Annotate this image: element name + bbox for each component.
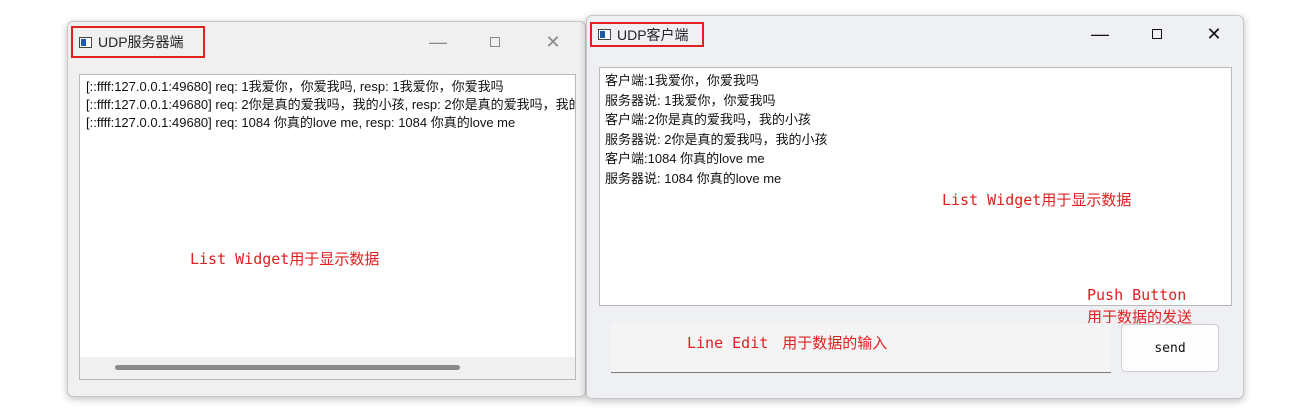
app-icon [598,29,611,40]
list-item[interactable]: 客户端:1我爱你，你爱我吗 [605,71,1231,91]
maximize-icon [1152,29,1162,39]
list-item[interactable]: 服务器说: 2你是真的爱我吗，我的小孩 [605,130,1231,150]
annotation-line-desc: 用于数据的输入 [782,334,888,352]
annotation-list-widget: List Widget [190,250,290,268]
server-window: UDP服务器端 — ✕ [::ffff:127.0.0.1:49680] req… [67,21,586,397]
client-window: UDP客户端 — ✕ 客户端:1我爱你，你爱我吗 服务器说: 1我爱你，你爱我吗… [586,15,1244,399]
server-window-title: UDP服务器端 [98,34,184,50]
annotation-line-edit: Line Edit [687,334,769,352]
line-edit-annotation: Line Edit 用于数据的输入 [687,332,887,353]
list-item[interactable]: 客户端:1084 你真的love me [605,149,1231,169]
server-title-highlight: UDP服务器端 [71,26,205,58]
maximize-button[interactable] [472,22,518,62]
list-item[interactable]: [::ffff:127.0.0.1:49680] req: 1我爱你，你爱我吗,… [86,78,575,96]
minimize-button[interactable]: — [415,22,461,62]
list-widget-annotation: List Widget用于显示数据 [190,248,379,269]
server-list-rows: [::ffff:127.0.0.1:49680] req: 1我爱你，你爱我吗,… [80,75,575,132]
client-window-title: UDP客户端 [617,26,689,43]
list-item[interactable]: [::ffff:127.0.0.1:49680] req: 1084 你真的lo… [86,114,575,132]
list-item[interactable]: 服务器说: 1我爱你，你爱我吗 [605,91,1231,111]
list-item[interactable]: 服务器说: 1084 你真的love me [605,169,1231,189]
server-list-widget[interactable]: [::ffff:127.0.0.1:49680] req: 1我爱你，你爱我吗,… [79,74,576,380]
annotation-list-widget: List Widget [942,191,1042,209]
client-list-rows: 客户端:1我爱你，你爱我吗 服务器说: 1我爱你，你爱我吗 客户端:2你是真的爱… [600,68,1231,188]
list-widget-annotation: List Widget用于显示数据 [942,189,1131,210]
scrollbar-thumb[interactable] [115,365,460,370]
app-icon [79,36,92,48]
client-list-widget[interactable]: 客户端:1我爱你，你爱我吗 服务器说: 1我爱你，你爱我吗 客户端:2你是真的爱… [599,67,1232,306]
push-button-annotation: Push Button [1087,286,1186,304]
server-titlebar[interactable]: UDP服务器端 — ✕ [68,22,585,62]
horizontal-scrollbar[interactable] [80,357,575,379]
close-button[interactable]: ✕ [1191,16,1237,52]
send-button-label: send [1154,340,1186,356]
client-titlebar[interactable]: UDP客户端 — ✕ [587,16,1243,56]
minimize-icon: — [1091,23,1109,44]
annotation-list-desc: 用于显示数据 [289,250,380,268]
close-button[interactable]: ✕ [530,22,576,62]
minimize-button[interactable]: — [1077,16,1123,52]
list-item[interactable]: [::ffff:127.0.0.1:49680] req: 2你是真的爱我吗，我… [86,96,575,114]
maximize-icon [490,37,500,47]
close-icon: ✕ [545,31,561,52]
maximize-button[interactable] [1134,16,1180,52]
list-item[interactable]: 客户端:2你是真的爱我吗，我的小孩 [605,110,1231,130]
close-icon: ✕ [1206,23,1222,44]
send-button[interactable]: send [1121,324,1219,372]
minimize-icon: — [429,31,447,52]
client-title-highlight: UDP客户端 [590,22,704,47]
annotation-push-button: Push Button [1087,286,1187,304]
annotation-list-desc: 用于显示数据 [1041,191,1132,209]
